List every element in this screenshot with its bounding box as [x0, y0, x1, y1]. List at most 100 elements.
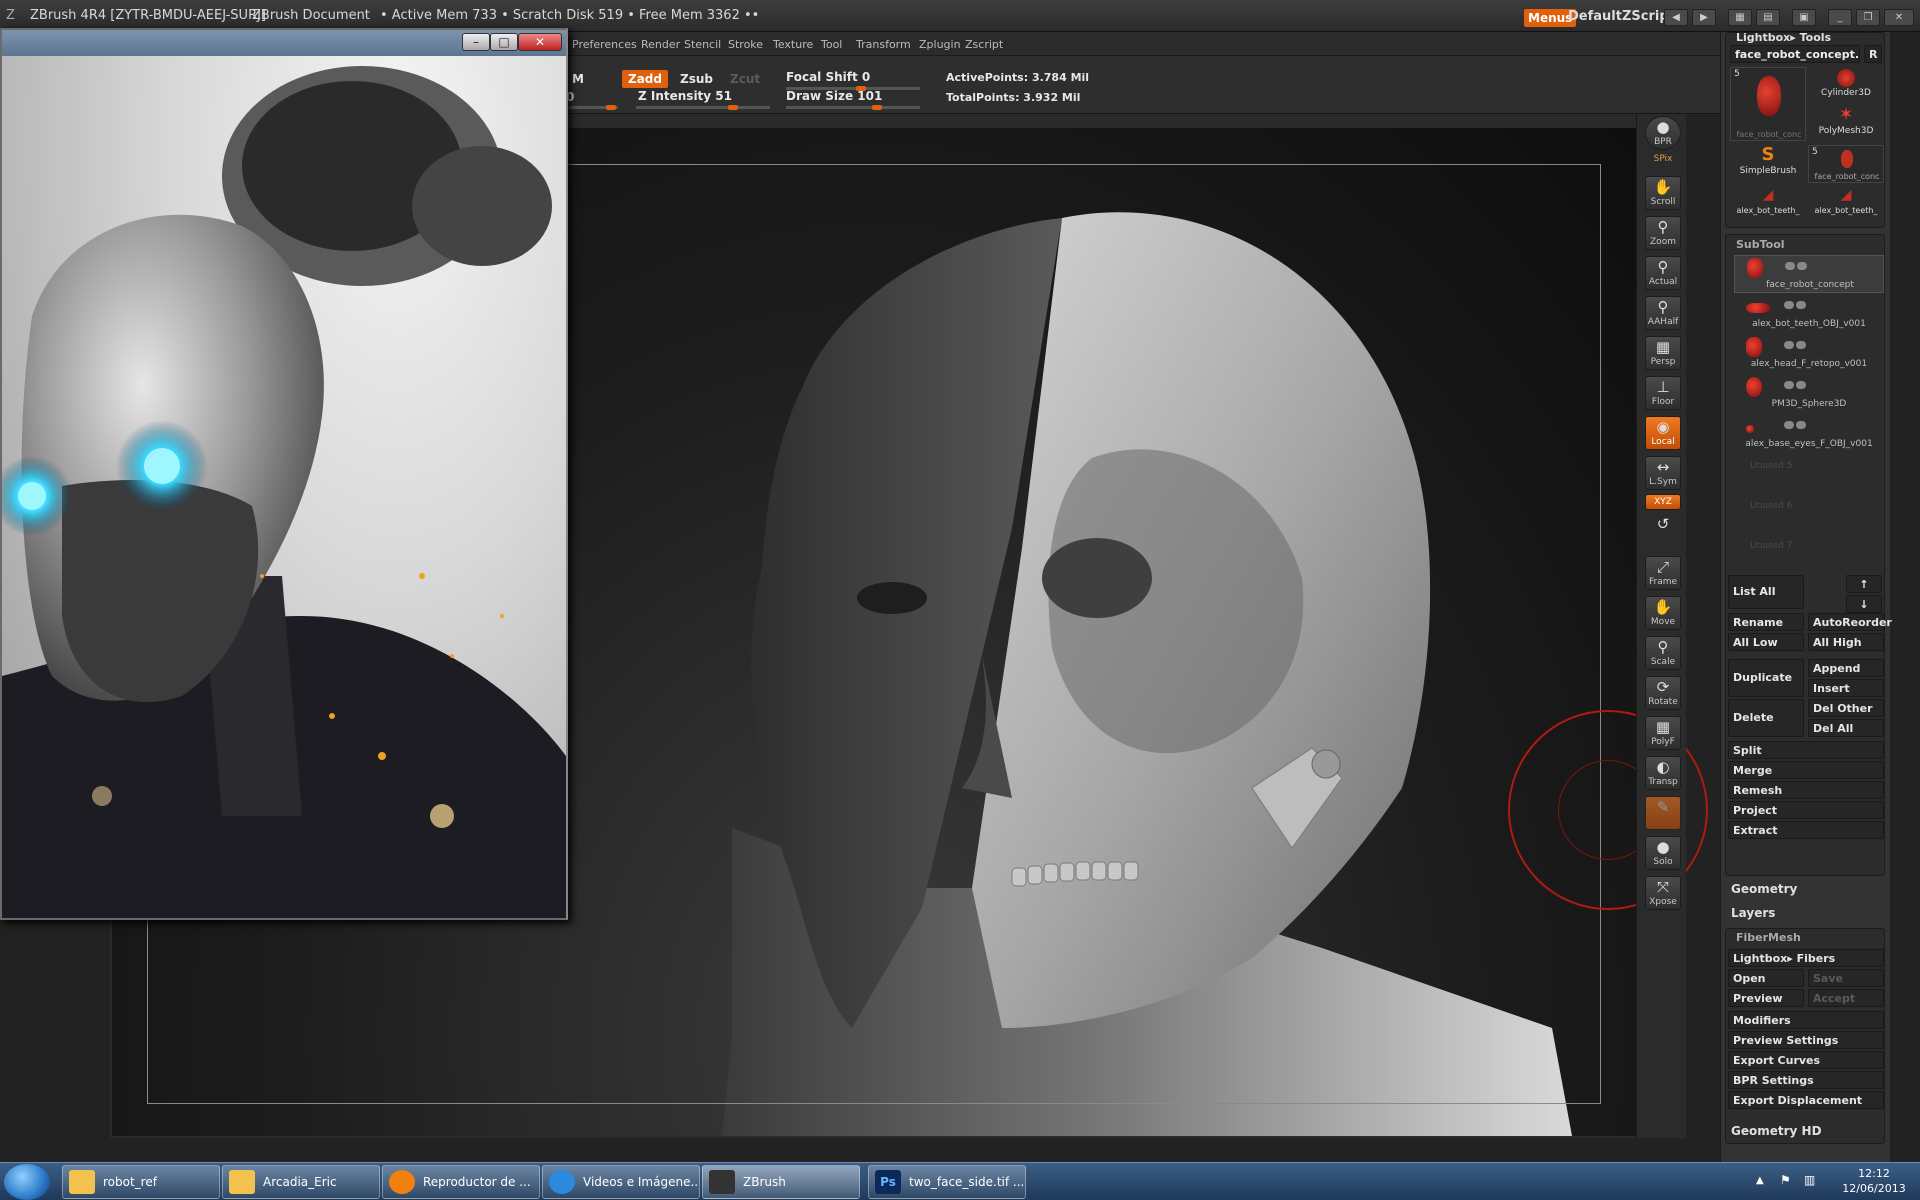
visibility-toggle-icon[interactable] — [1785, 262, 1795, 270]
visibility-toggle-icon[interactable] — [1784, 341, 1794, 349]
subtool-item-0[interactable]: face_robot_concept — [1734, 255, 1884, 293]
visibility-toggle-icon[interactable] — [1784, 421, 1794, 429]
menu-stencil[interactable]: Stencil — [684, 38, 721, 51]
restore-icon[interactable]: ❐ — [1856, 9, 1880, 26]
fibermesh-header[interactable]: FiberMesh — [1736, 931, 1801, 944]
subtool-item-1[interactable]: alex_bot_teeth_OBJ_v001 — [1734, 295, 1884, 333]
visibility-toggle-icon[interactable] — [1797, 262, 1807, 270]
task-photoshop[interactable]: Ps two_face_side.tif ... — [868, 1165, 1026, 1199]
remesh-button[interactable]: Remesh — [1728, 781, 1884, 799]
spix-button[interactable]: SPix — [1645, 154, 1681, 170]
z-intensity-label[interactable]: Z Intensity 51 — [638, 89, 732, 103]
all-high-button[interactable]: All High — [1808, 633, 1884, 651]
merge-button[interactable]: Merge — [1728, 761, 1884, 779]
system-clock[interactable]: 12:12 12/06/2013 — [1834, 1166, 1914, 1196]
lsym-button[interactable]: ↔ L.Sym — [1645, 456, 1681, 490]
start-button-icon[interactable] — [4, 1164, 50, 1200]
task-media-player[interactable]: Reproductor de ... — [382, 1165, 540, 1199]
persp-button[interactable]: ▦ Persp — [1645, 336, 1681, 370]
visibility-toggle-icon[interactable] — [1796, 381, 1806, 389]
zoom-button[interactable]: ⚲ Zoom — [1645, 216, 1681, 250]
layers-section[interactable]: Layers — [1731, 906, 1775, 920]
xyz-button[interactable]: XYZ — [1645, 494, 1681, 510]
export-curves-button[interactable]: Export Curves — [1728, 1051, 1884, 1069]
split-button[interactable]: Split — [1728, 741, 1884, 759]
subtool-item-2[interactable]: alex_head_F_retopo_v001 — [1734, 335, 1884, 373]
insert-button[interactable]: Insert — [1808, 679, 1884, 697]
polyf-button[interactable]: ▦ PolyF — [1645, 716, 1681, 750]
layout2-icon[interactable]: ▤ — [1756, 9, 1780, 26]
current-tool-name[interactable]: face_robot_concept. — [1730, 45, 1860, 63]
preview-settings-button[interactable]: Preview Settings — [1728, 1031, 1884, 1049]
tool-thumb-teeth1[interactable]: ◢ alex_bot_teeth_ — [1730, 185, 1806, 223]
autoreorder-button[interactable]: AutoReorder — [1808, 613, 1892, 631]
solo-button[interactable]: ● Solo — [1645, 836, 1681, 870]
arrow-down-icon[interactable]: ↓ — [1846, 595, 1882, 613]
close-icon[interactable]: ✕ — [1884, 9, 1914, 26]
z-intensity-slider[interactable] — [636, 105, 770, 110]
open-button[interactable]: Open — [1728, 969, 1804, 987]
arrow-right-icon[interactable]: ▶ — [1692, 9, 1716, 26]
menu-tool[interactable]: Tool — [821, 38, 842, 51]
save-button[interactable]: Save — [1808, 969, 1884, 987]
arrow-left-icon[interactable]: ◀ — [1664, 9, 1688, 26]
menu-texture[interactable]: Texture — [773, 38, 813, 51]
rename-button[interactable]: Rename — [1728, 613, 1804, 631]
visibility-toggle-icon[interactable] — [1784, 301, 1794, 309]
tool-thumb-face1[interactable]: 5 face_robot_conc — [1730, 67, 1806, 141]
task-arcadia-eric[interactable]: Arcadia_Eric — [222, 1165, 380, 1199]
visibility-toggle-icon[interactable] — [1796, 341, 1806, 349]
modifiers-button[interactable]: Modifiers — [1728, 1011, 1884, 1029]
zadd-button[interactable]: Zadd — [622, 70, 668, 88]
menu-zscript[interactable]: Zscript — [965, 38, 1003, 51]
tool-thumb-face2[interactable]: 5 face_robot_conc — [1808, 145, 1884, 183]
tool-thumb-teeth2[interactable]: ◢ alex_bot_teeth_ — [1808, 185, 1884, 223]
visibility-toggle-icon[interactable] — [1784, 381, 1794, 389]
layout-icon[interactable]: ▦ — [1728, 9, 1752, 26]
arrow-up-icon[interactable]: ↑ — [1846, 575, 1882, 593]
bpr-button[interactable]: ● BPR — [1645, 116, 1681, 150]
r-button[interactable]: R — [1864, 45, 1882, 63]
geometry-hd-section[interactable]: Geometry HD — [1731, 1124, 1822, 1138]
subtool-item-3[interactable]: PM3D_Sphere3D — [1734, 375, 1884, 413]
menu-preferences[interactable]: Preferences — [572, 38, 637, 51]
task-zbrush[interactable]: ZBrush — [702, 1165, 860, 1199]
tool-thumb-polymesh[interactable]: ✶ PolyMesh3D — [1808, 105, 1884, 141]
zcut-button[interactable]: Zcut — [724, 70, 766, 88]
network-icon[interactable]: ▥ — [1804, 1173, 1815, 1187]
zsub-button[interactable]: Zsub — [674, 70, 719, 88]
task-robot-ref[interactable]: robot_ref — [62, 1165, 220, 1199]
menu-render[interactable]: Render — [641, 38, 680, 51]
floor-button[interactable]: ⊥ Floor — [1645, 376, 1681, 410]
minimize-icon[interactable]: – — [462, 33, 490, 51]
show-hidden-icons-icon[interactable]: ▲ — [1756, 1175, 1764, 1186]
accept-button[interactable]: Accept — [1808, 989, 1884, 1007]
subtool-header[interactable]: SubTool — [1736, 238, 1785, 251]
menu-stroke[interactable]: Stroke — [728, 38, 763, 51]
draw-size-slider[interactable] — [786, 105, 920, 110]
delete-button[interactable]: Delete — [1728, 699, 1804, 737]
rgb-intensity-slider[interactable] — [568, 105, 618, 110]
xpose-button[interactable]: ⤧ Xpose — [1645, 876, 1681, 910]
aahalf-button[interactable]: ⚲ AAHalf — [1645, 296, 1681, 330]
visibility-toggle-icon[interactable] — [1796, 421, 1806, 429]
subtool-item-4[interactable]: alex_base_eyes_F_OBJ_v001 — [1734, 415, 1884, 453]
duplicate-button[interactable]: Duplicate — [1728, 659, 1804, 697]
default-zscript-label[interactable]: DefaultZScript — [1568, 9, 1675, 24]
draw-size-label[interactable]: Draw Size 101 — [786, 89, 882, 103]
menu-transform[interactable]: Transform — [856, 38, 911, 51]
m-toggle[interactable]: M — [572, 72, 584, 86]
transp-button[interactable]: ◐ Transp — [1645, 756, 1681, 790]
del-other-button[interactable]: Del Other — [1808, 699, 1884, 717]
action-center-flag-icon[interactable]: ⚑ — [1780, 1173, 1791, 1187]
close-icon[interactable]: ✕ — [518, 33, 562, 51]
all-low-button[interactable]: All Low — [1728, 633, 1804, 651]
lock-icon[interactable]: ▣ — [1792, 9, 1816, 26]
reference-image-window[interactable]: – □ ✕ — [0, 28, 568, 920]
project-button[interactable]: Project — [1728, 801, 1884, 819]
lightbox-fibers-button[interactable]: Lightbox▸ Fibers — [1728, 949, 1884, 967]
ghost-button[interactable]: ✎ — [1645, 796, 1681, 830]
scale-button[interactable]: ⚲ Scale — [1645, 636, 1681, 670]
move-button[interactable]: ✋ Move — [1645, 596, 1681, 630]
preview-button[interactable]: Preview — [1728, 989, 1804, 1007]
